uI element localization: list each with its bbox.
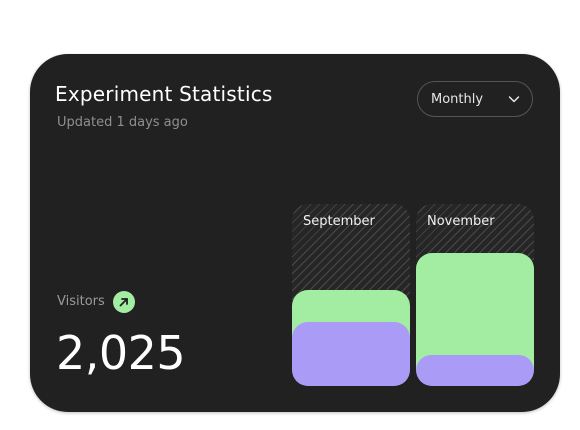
chart-category-label: September xyxy=(303,214,375,229)
chart-column-september: September xyxy=(292,204,410,386)
chart-category-label: November xyxy=(427,214,495,229)
experiment-statistics-card: Experiment Statistics Updated 1 days ago… xyxy=(30,54,560,412)
chart-bar-purple xyxy=(416,355,534,386)
arrow-up-right-icon xyxy=(119,298,128,307)
chevron-down-icon xyxy=(508,96,520,103)
card-title: Experiment Statistics xyxy=(55,82,273,106)
visitors-label: Visitors xyxy=(57,294,105,309)
card-subtitle: Updated 1 days ago xyxy=(57,115,188,130)
period-dropdown-label: Monthly xyxy=(431,92,484,107)
visitors-count: 2,025 xyxy=(56,326,186,380)
trend-badge xyxy=(113,291,135,313)
period-dropdown[interactable]: Monthly xyxy=(417,81,533,117)
chart-bar-purple xyxy=(292,322,410,386)
chart-column-november: November xyxy=(416,204,534,386)
